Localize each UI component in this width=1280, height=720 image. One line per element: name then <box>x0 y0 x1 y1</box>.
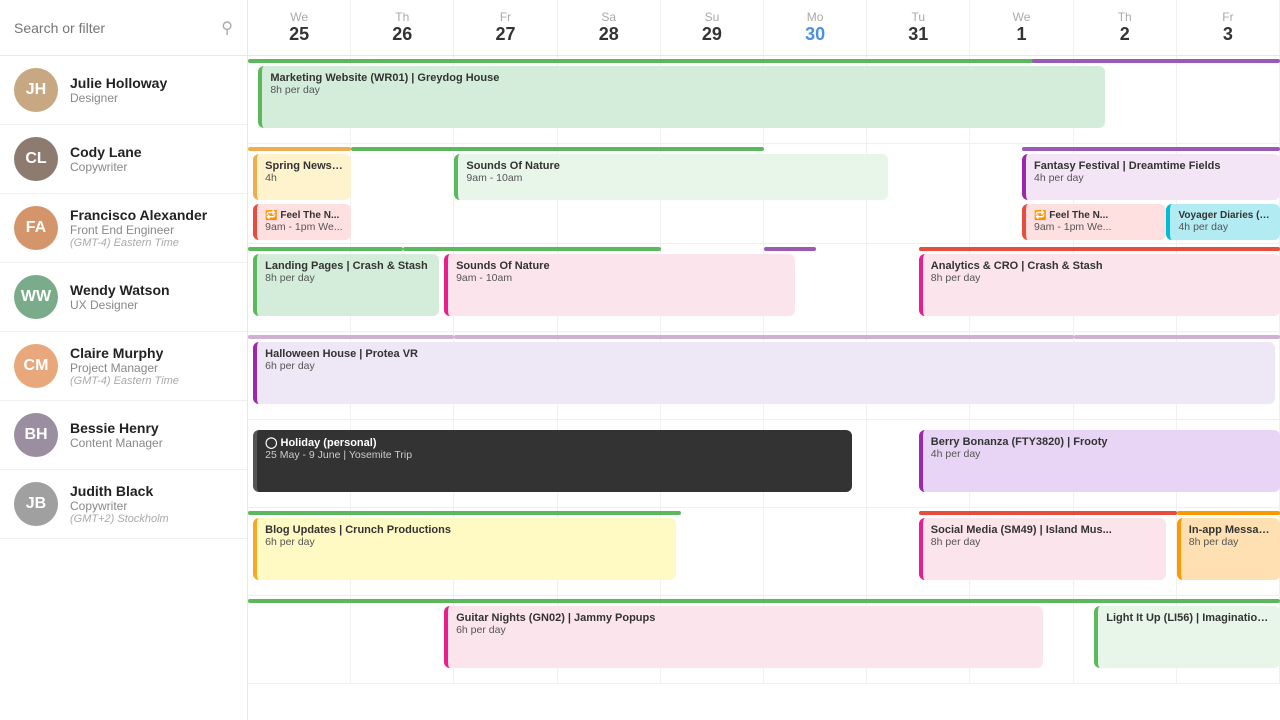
day-header-we25: We 25 <box>248 0 351 55</box>
row-francisco: Landing Pages | Crash & Stash 8h per day… <box>248 244 1280 332</box>
event-wendy-halloween[interactable]: Halloween House | Protea VR 6h per day <box>253 342 1275 404</box>
row-wendy: Halloween House | Protea VR 6h per day <box>248 332 1280 420</box>
person-role-julie: Designer <box>70 91 167 105</box>
day-header-fr27: Fr 27 <box>454 0 557 55</box>
day-header-th2: Th 2 <box>1074 0 1177 55</box>
person-role-wendy: UX Designer <box>70 298 170 312</box>
event-francisco-landing[interactable]: Landing Pages | Crash & Stash 8h per day <box>253 254 439 316</box>
day-header-su29: Su 29 <box>661 0 764 55</box>
cell-julie-9 <box>1177 56 1280 143</box>
avatar-francisco: FA <box>14 206 58 250</box>
person-role-judith: Copywriter <box>70 499 169 513</box>
person-role-bessie: Content Manager <box>70 436 163 450</box>
person-julie[interactable]: JH Julie Holloway Designer <box>0 56 247 125</box>
day-header-row: We 25 Th 26 Fr 27 Sa 28 Su 29 Mo 30 Tu 3… <box>248 0 1280 56</box>
row-judith: Guitar Nights (GN02) | Jammy Popups 6h p… <box>248 596 1280 684</box>
event-cody-feel1[interactable]: 🔁 Feel The N... 9am - 1pm We... <box>253 204 351 240</box>
person-name-claire: Claire Murphy <box>70 345 179 361</box>
person-judith[interactable]: JB Judith Black Copywriter (GMT+2) Stock… <box>0 470 247 539</box>
event-cody-sounds1[interactable]: Sounds Of Nature 9am - 10am <box>454 154 887 200</box>
cell-bessie-4 <box>661 508 764 595</box>
person-cody[interactable]: CL Cody Lane Copywriter <box>0 125 247 194</box>
avatar-claire: CM <box>14 344 58 388</box>
row-bessie: Blog Updates | Crunch Productions 6h per… <box>248 508 1280 596</box>
day-header-tu31: Tu 31 <box>867 0 970 55</box>
avatar-bessie: BH <box>14 413 58 457</box>
avatar-julie: JH <box>14 68 58 112</box>
event-cody-spring[interactable]: Spring Newslet... 4h <box>253 154 351 200</box>
search-bar[interactable]: ⚲ <box>0 0 247 56</box>
person-francisco[interactable]: FA Francisco Alexander Front End Enginee… <box>0 194 247 263</box>
person-name-cody: Cody Lane <box>70 144 142 160</box>
person-bessie[interactable]: BH Bessie Henry Content Manager <box>0 401 247 470</box>
day-header-fr3: Fr 3 <box>1177 0 1280 55</box>
day-header-mo30: Mo 30 <box>764 0 867 55</box>
calendar-body: Marketing Website (WR01) | Greydog House… <box>248 56 1280 720</box>
row-claire: ◯ Holiday (personal) 25 May - 9 June | Y… <box>248 420 1280 508</box>
person-name-judith: Judith Black <box>70 483 169 499</box>
event-francisco-analytics[interactable]: Analytics & CRO | Crash & Stash 8h per d… <box>919 254 1280 316</box>
avatar-judith: JB <box>14 482 58 526</box>
avatar-wendy: WW <box>14 275 58 319</box>
person-tz-francisco: (GMT-4) Eastern Time <box>70 237 207 249</box>
row-julie: Marketing Website (WR01) | Greydog House… <box>248 56 1280 144</box>
person-wendy[interactable]: WW Wendy Watson UX Designer <box>0 263 247 332</box>
day-header-we1: We 1 <box>970 0 1073 55</box>
cell-judith-1 <box>351 596 454 683</box>
person-role-cody: Copywriter <box>70 160 142 174</box>
person-name-bessie: Bessie Henry <box>70 420 163 436</box>
cell-cody-1 <box>351 144 454 243</box>
event-cody-fantasy[interactable]: Fantasy Festival | Dreamtime Fields 4h p… <box>1022 154 1280 200</box>
event-cody-voyager[interactable]: Voyager Diaries (VI99) | Space Po... 4h … <box>1166 204 1280 240</box>
event-judith-guitar[interactable]: Guitar Nights (GN02) | Jammy Popups 6h p… <box>444 606 1043 668</box>
event-bessie-blog[interactable]: Blog Updates | Crunch Productions 6h per… <box>253 518 676 580</box>
cell-bessie-5 <box>764 508 867 595</box>
person-role-claire: Project Manager <box>70 361 179 375</box>
person-name-francisco: Francisco Alexander <box>70 207 207 223</box>
day-header-sa28: Sa 28 <box>558 0 661 55</box>
person-name-julie: Julie Holloway <box>70 75 167 91</box>
person-role-francisco: Front End Engineer <box>70 223 207 237</box>
event-claire-holiday[interactable]: ◯ Holiday (personal) 25 May - 9 June | Y… <box>253 430 852 492</box>
person-name-wendy: Wendy Watson <box>70 282 170 298</box>
event-claire-berry[interactable]: Berry Bonanza (FTY3820) | Frooty 4h per … <box>919 430 1280 492</box>
search-input[interactable] <box>14 20 221 36</box>
event-julie-marketing[interactable]: Marketing Website (WR01) | Greydog House… <box>258 66 1104 128</box>
person-tz-claire: (GMT-4) Eastern Time <box>70 375 179 387</box>
event-bessie-inapp[interactable]: In-app Messaging... 8h per day <box>1177 518 1280 580</box>
event-cody-feel2[interactable]: 🔁 Feel The N... 9am - 1pm We... <box>1022 204 1166 240</box>
cell-judith-0 <box>248 596 351 683</box>
event-judith-light[interactable]: Light It Up (LI56) | Imagination Di... <box>1094 606 1280 668</box>
sidebar: ⚲ JH Julie Holloway Designer CL Cody Lan… <box>0 0 248 720</box>
calendar: We 25 Th 26 Fr 27 Sa 28 Su 29 Mo 30 Tu 3… <box>248 0 1280 720</box>
day-header-th26: Th 26 <box>351 0 454 55</box>
person-tz-judith: (GMT+2) Stockholm <box>70 513 169 525</box>
row-cody: Spring Newslet... 4h Sounds Of Nature 9a… <box>248 144 1280 244</box>
person-claire[interactable]: CM Claire Murphy Project Manager (GMT-4)… <box>0 332 247 401</box>
event-bessie-social[interactable]: Social Media (SM49) | Island Mus... 8h p… <box>919 518 1167 580</box>
avatar-cody: CL <box>14 137 58 181</box>
event-francisco-sounds[interactable]: Sounds Of Nature 9am - 10am <box>444 254 795 316</box>
search-icon: ⚲ <box>221 18 233 38</box>
